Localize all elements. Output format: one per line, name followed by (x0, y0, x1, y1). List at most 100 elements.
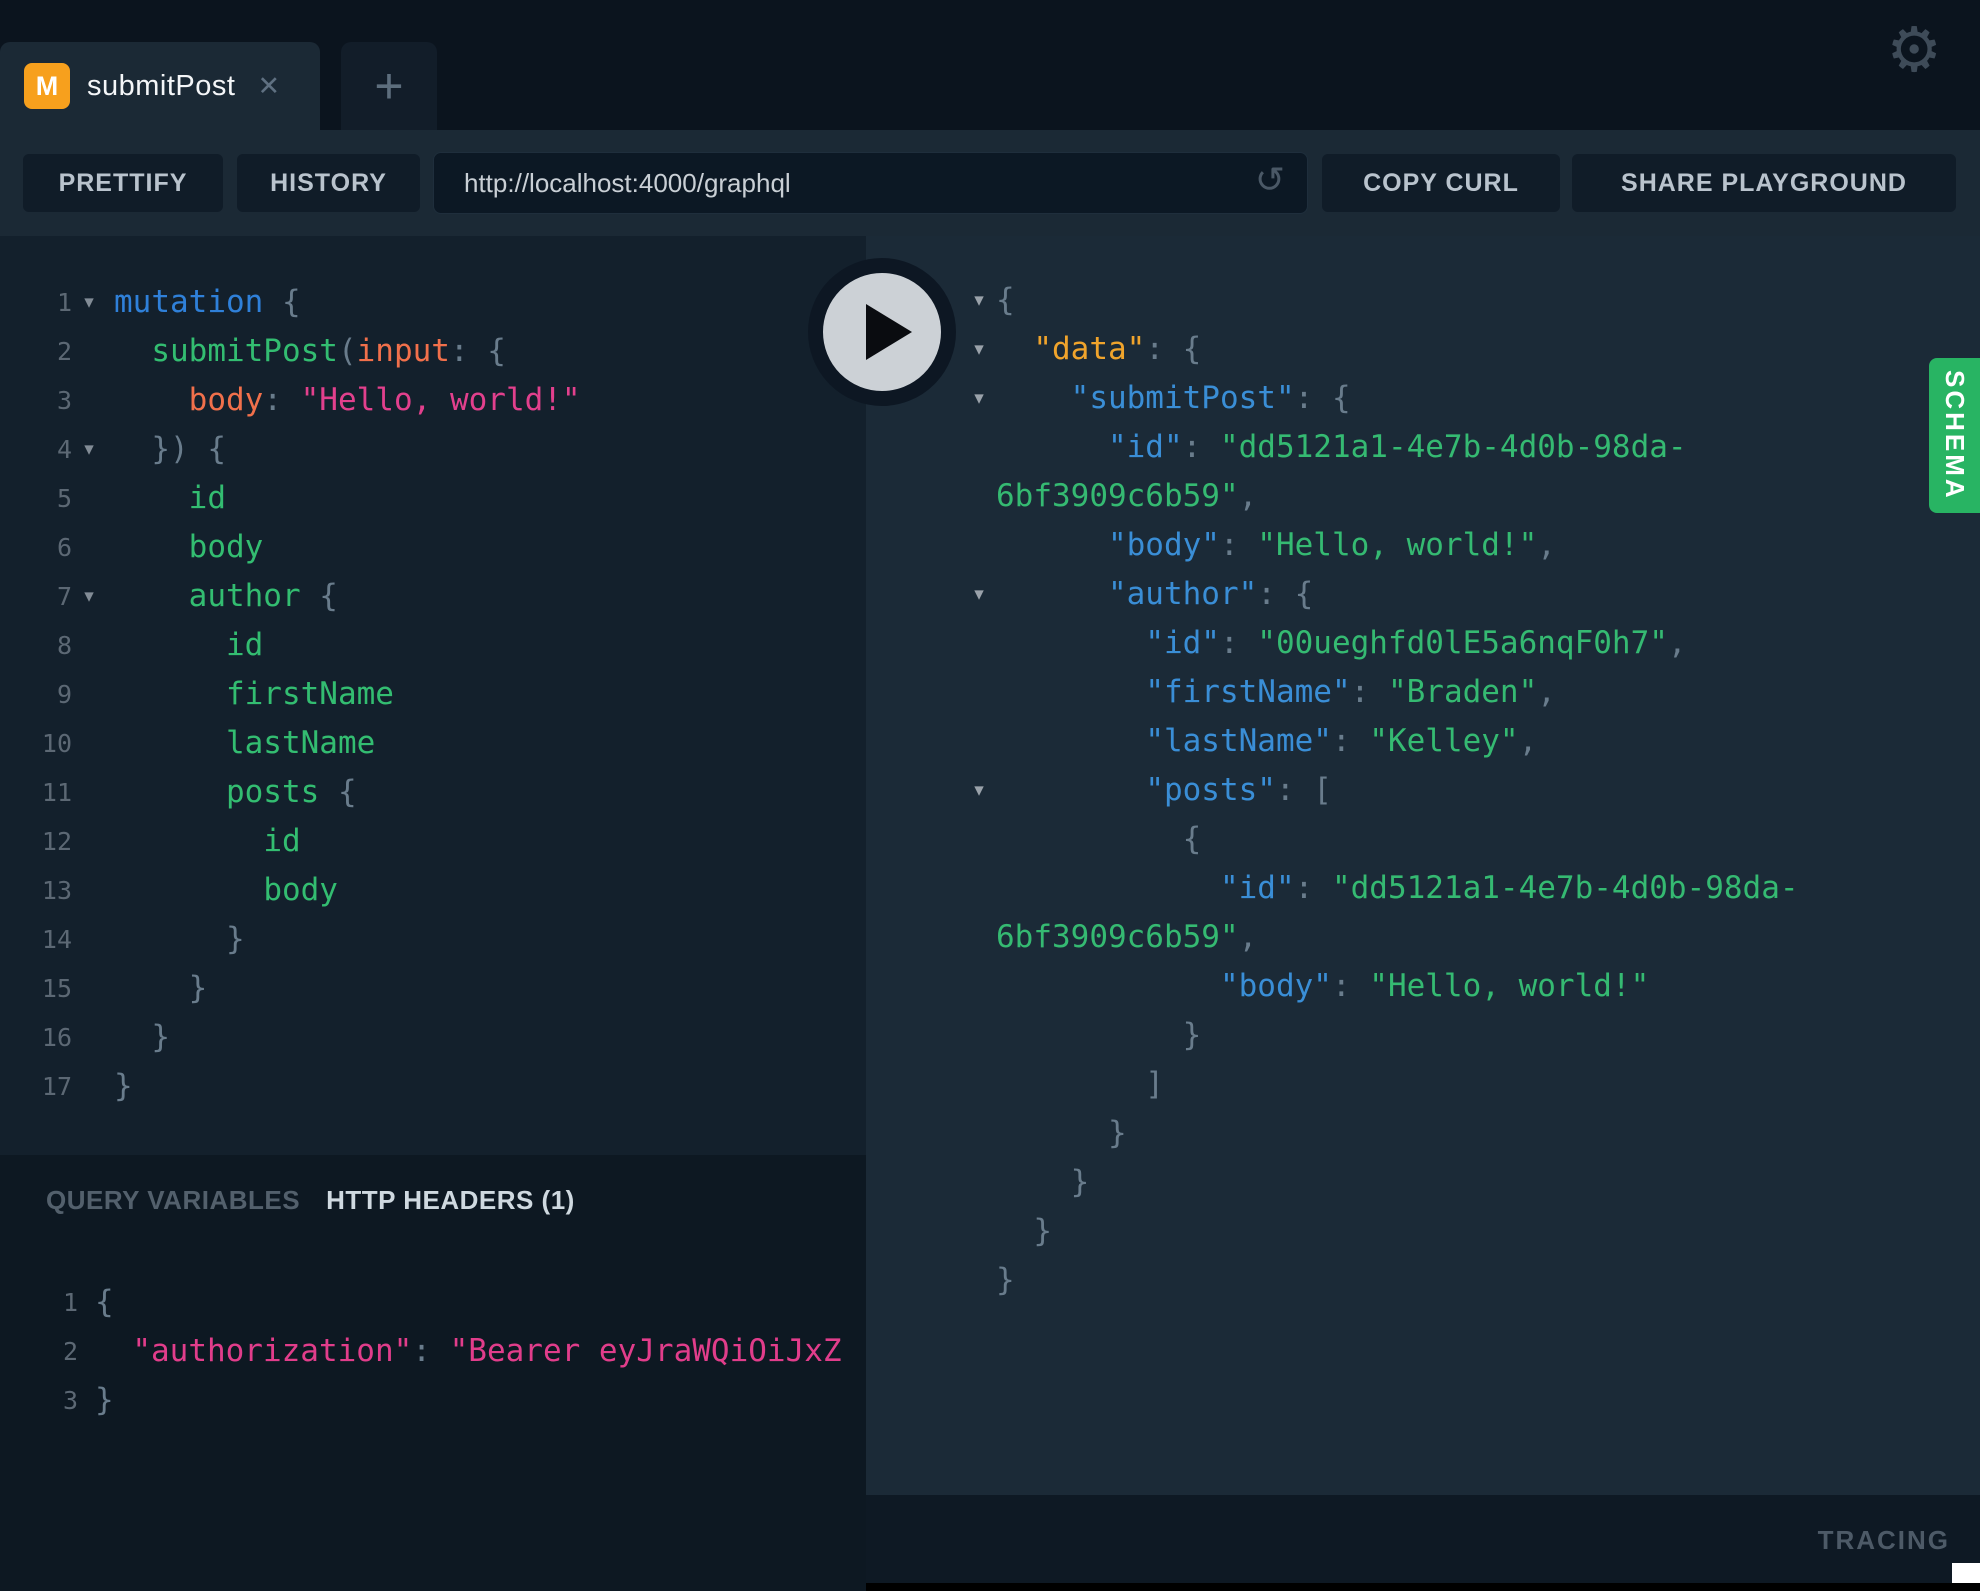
code-line: "firstName": "Braden", (866, 668, 1980, 717)
line-number: 2 (62, 1337, 78, 1366)
line-number: 16 (41, 1023, 72, 1052)
line-number: 4 (56, 435, 72, 464)
code-line: 2 "authorization": "Bearer eyJraWQiOiJxZ (0, 1327, 866, 1376)
black-bottom-strip (866, 1583, 1980, 1591)
play-icon (866, 304, 912, 360)
line-number: 5 (56, 484, 72, 513)
code-line: 12 id (0, 817, 866, 866)
tab-bar: M submitPost ✕ + ⚙ (0, 0, 1980, 130)
toolbar: PRETTIFY HISTORY ↺ COPY CURL SHARE PLAYG… (0, 130, 1980, 236)
code-line: "body": "Hello, world!" (866, 962, 1980, 1011)
fold-toggle-icon[interactable]: ▾ (962, 766, 996, 815)
code-text: { (996, 282, 1015, 318)
line-number: 3 (62, 1386, 78, 1415)
execute-query-button[interactable] (808, 258, 956, 406)
code-text: } (114, 1019, 170, 1055)
code-text: } (95, 1382, 114, 1418)
fold-toggle-icon[interactable]: ▾ (962, 374, 996, 423)
code-text: "body": "Hello, world!", (1107, 527, 1556, 563)
code-line: } (866, 1256, 1980, 1305)
code-line: 7 ▾ author { (0, 572, 866, 621)
tracing-bar: TRACING (866, 1495, 1980, 1591)
code-text: } (996, 1017, 1202, 1053)
share-playground-button[interactable]: SHARE PLAYGROUND (1572, 154, 1956, 212)
code-line: "lastName": "Kelley", (866, 717, 1980, 766)
fold-toggle-icon[interactable]: ▾ (962, 325, 996, 374)
code-line: 3} (0, 1376, 866, 1425)
line-number: 11 (41, 778, 72, 807)
tab-query-variables[interactable]: QUERY VARIABLES (46, 1185, 300, 1216)
code-text: id (263, 823, 301, 859)
line-number: 7 (56, 582, 72, 611)
tab-http-headers[interactable]: HTTP HEADERS (1) (326, 1185, 575, 1216)
code-line: 8 id (0, 621, 866, 670)
endpoint-url-input[interactable] (434, 166, 1226, 200)
fold-toggle-icon[interactable]: ▾ (72, 572, 106, 621)
code-line: 9 firstName (0, 670, 866, 719)
code-line: 6 body (0, 523, 866, 572)
http-headers-editor[interactable]: 1 {2 "authorization": "Bearer eyJraWQiOiJ… (0, 1278, 866, 1425)
response-viewer[interactable]: ▾{▾ "data": {▾ "submitPost": { "id": "dd… (866, 236, 1980, 1495)
panel-tabs: QUERY VARIABLES HTTP HEADERS (1) (46, 1185, 866, 1216)
code-line: ] (866, 1060, 1980, 1109)
code-text: body: "Hello, world!" (188, 382, 581, 418)
white-corner-box (1952, 1563, 1980, 1584)
prettify-button[interactable]: PRETTIFY (23, 154, 223, 212)
line-number: 1 (62, 1288, 78, 1317)
code-line: { (866, 815, 1980, 864)
schema-side-tab[interactable]: SCHEMA (1929, 358, 1980, 513)
new-tab-button[interactable]: + (341, 42, 437, 130)
endpoint-url-field[interactable]: ↺ (433, 152, 1308, 214)
code-text: "id": "00ueghfd0lE5a6nqF0h7", (1145, 625, 1687, 661)
copy-curl-button[interactable]: COPY CURL (1322, 154, 1560, 212)
line-number: 2 (56, 337, 72, 366)
variables-headers-panel: QUERY VARIABLES HTTP HEADERS (1) 1 {2 "au… (0, 1155, 866, 1591)
code-text: submitPost(input: { (151, 333, 506, 369)
code-line: ▾ "posts": [ (866, 766, 1980, 815)
line-number: 6 (56, 533, 72, 562)
mutation-badge: M (24, 63, 70, 109)
code-line: 15 } (0, 964, 866, 1013)
code-text: { (996, 821, 1202, 857)
code-text: "id": "dd5121a1-4e7b-4d0b-98da- (1219, 870, 1799, 906)
code-line: } (866, 1011, 1980, 1060)
code-text: } (114, 1068, 133, 1104)
query-editor[interactable]: 1 ▾ mutation {2 submitPost(input: {3 body:… (0, 236, 866, 1155)
tracing-toggle[interactable]: TRACING (1818, 1525, 1950, 1556)
line-number: 12 (41, 827, 72, 856)
fold-toggle-icon[interactable]: ▾ (72, 425, 106, 474)
code-text: { (95, 1284, 114, 1320)
settings-gear-icon[interactable]: ⚙ (1886, 20, 1942, 82)
fold-toggle-icon[interactable]: ▾ (962, 570, 996, 619)
code-text: body (188, 529, 264, 565)
code-text: "submitPost": { (1070, 380, 1351, 416)
tab-title: submitPost (87, 69, 236, 102)
refresh-schema-icon[interactable]: ↺ (1255, 159, 1285, 201)
line-number: 9 (56, 680, 72, 709)
fold-toggle-icon[interactable]: ▾ (962, 276, 996, 325)
code-line: } (866, 1207, 1980, 1256)
tab-submitpost[interactable]: M submitPost ✕ (0, 42, 320, 130)
code-text: } (114, 921, 245, 957)
code-text: mutation { (114, 284, 301, 320)
line-number: 10 (41, 729, 72, 758)
code-line: 5 id (0, 474, 866, 523)
code-text: "body": "Hello, world!" (1219, 968, 1650, 1004)
code-line: ▾ "submitPost": { (866, 374, 1980, 423)
code-line: 6bf3909c6b59", (866, 913, 1980, 962)
code-text: } (996, 1115, 1127, 1151)
code-line: } (866, 1109, 1980, 1158)
code-line: ▾ "data": { (866, 325, 1980, 374)
code-line: 16 } (0, 1013, 866, 1062)
code-text: author { (188, 578, 338, 614)
code-text: }) { (114, 431, 226, 467)
code-line: 17} (0, 1062, 866, 1111)
code-line: 10 lastName (0, 719, 866, 768)
history-button[interactable]: HISTORY (237, 154, 420, 212)
code-text: "id": "dd5121a1-4e7b-4d0b-98da- (1107, 429, 1687, 465)
code-text: } (996, 1164, 1090, 1200)
fold-toggle-icon[interactable]: ▾ (72, 278, 106, 327)
close-tab-icon[interactable]: ✕ (257, 71, 280, 102)
code-text: firstName (225, 676, 394, 712)
code-line: 4 ▾ }) { (0, 425, 866, 474)
